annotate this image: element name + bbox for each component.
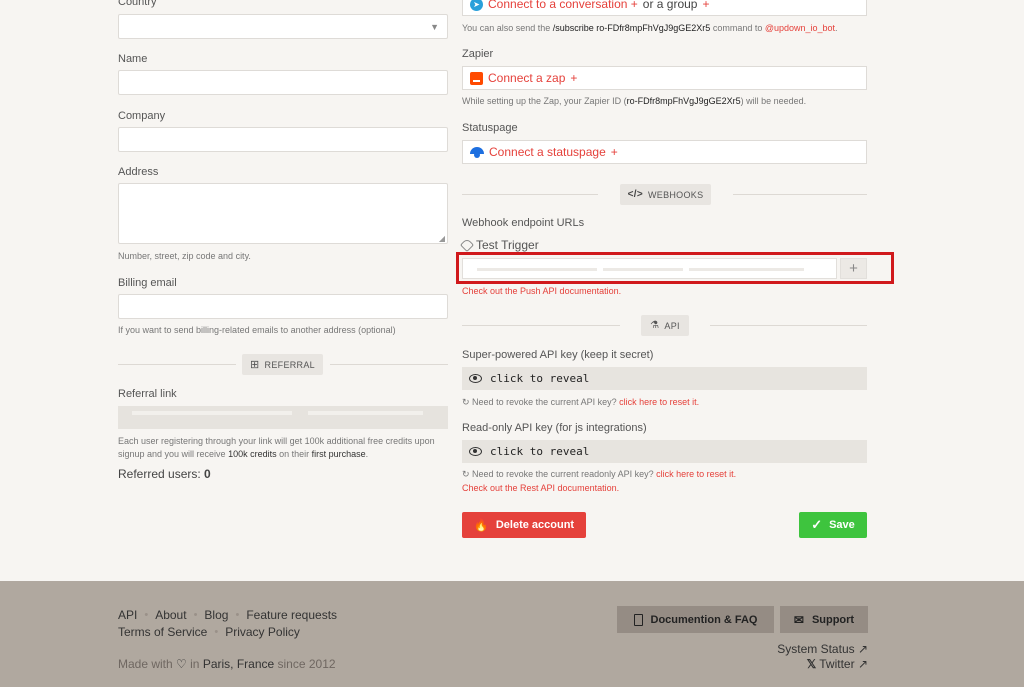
divider-line <box>330 364 448 365</box>
webhook-url-input[interactable] <box>462 258 837 279</box>
add-webhook-button[interactable]: + <box>840 258 867 279</box>
mail-icon: ✉ <box>793 612 804 627</box>
redacted-text <box>132 411 292 415</box>
twitter-link[interactable]: 𝕏 Twitter ↗ <box>807 657 868 671</box>
flask-icon: ⚗ <box>650 320 660 331</box>
zapier-connect-box[interactable]: Connect a zap + <box>462 66 867 90</box>
zapier-icon <box>470 71 483 85</box>
redacted-text <box>308 411 423 415</box>
name-label: Name <box>118 53 148 65</box>
referral-link-field[interactable] <box>118 406 448 429</box>
footer-link-api[interactable]: API <box>118 608 137 622</box>
address-label: Address <box>118 166 159 178</box>
api-section-header: ⚗ API <box>641 315 689 336</box>
delete-account-button[interactable]: 🔥 Delete account <box>462 512 586 538</box>
billing-email-input[interactable] <box>118 294 448 319</box>
refresh-icon: ↻ <box>462 397 473 407</box>
test-trigger-link[interactable]: Test Trigger <box>459 237 539 253</box>
rest-api-doc-link[interactable]: Check out the Rest API documentation. <box>462 483 619 493</box>
footer-links-row-1: API • About • Blog • Feature requests <box>118 608 338 622</box>
referral-help: Each user registering through your link … <box>118 436 435 459</box>
telegram-connect-box: ➤ Connect to a conversation + or a group… <box>462 0 867 16</box>
footer: API • About • Blog • Feature requests Terms… <box>0 581 1024 687</box>
footer-link-feature-requests[interactable]: Feature requests <box>246 608 337 622</box>
documentation-button[interactable]: Documention & FAQ <box>617 606 774 633</box>
webhook-urls-label: Webhook endpoint URLs <box>462 217 585 229</box>
country-label: Country <box>118 0 157 8</box>
telegram-help: You can also send the /subscribe ro-FDfr… <box>462 23 838 33</box>
billing-email-help: If you want to send billing-related emai… <box>118 325 396 335</box>
telegram-icon: ➤ <box>470 0 483 11</box>
save-button[interactable]: ✓ Save <box>799 512 867 538</box>
readonly-api-key-revoke: ↻ Need to revoke the current readonly AP… <box>462 469 737 479</box>
readonly-api-key-label: Read-only API key (for js integrations) <box>462 422 647 434</box>
footer-links-row-2: Terms of Service • Privacy Policy <box>118 625 300 639</box>
gift-icon: ⊞ <box>250 359 260 371</box>
tag-icon <box>459 237 475 253</box>
divider-line <box>462 194 598 195</box>
heart-icon: ♡ <box>176 657 187 671</box>
eye-icon <box>469 447 482 456</box>
system-status-link[interactable]: System Status ↗ <box>777 642 868 656</box>
or-a-group-label[interactable]: or a group <box>643 0 698 11</box>
checkmark-icon: ✓ <box>811 517 823 532</box>
footer-link-about[interactable]: About <box>155 608 186 622</box>
readonly-api-key-reveal[interactable]: click to reveal <box>462 440 867 463</box>
connect-zap-link[interactable]: Connect a zap <box>488 71 565 85</box>
referral-link-label: Referral link <box>118 388 177 400</box>
divider-line <box>733 194 867 195</box>
refresh-icon: ↻ <box>462 469 473 479</box>
book-icon <box>633 613 643 626</box>
webhooks-section-header: </> WEBHOOKS <box>620 184 711 205</box>
support-button[interactable]: ✉ Support <box>780 606 868 633</box>
statuspage-connect-box[interactable]: Connect a statuspage + <box>462 140 867 164</box>
eye-icon <box>469 374 482 383</box>
redacted-text <box>477 268 597 271</box>
zapier-help: While setting up the Zap, your Zapier ID… <box>462 96 807 106</box>
divider-line <box>710 325 867 326</box>
referred-users: Referred users: 0 <box>118 467 211 481</box>
referral-section-header: ⊞ REFERRAL <box>242 354 323 375</box>
plus-icon: + <box>849 260 858 277</box>
address-help: Number, street, zip code and city. <box>118 251 251 261</box>
bot-link[interactable]: @updown_io_bot <box>765 23 835 33</box>
reset-api-key-link[interactable]: click here to reset it. <box>619 397 699 407</box>
plus-icon[interactable]: + <box>611 145 618 159</box>
statuspage-icon <box>470 146 484 158</box>
name-input[interactable] <box>118 70 448 95</box>
x-logo-icon: 𝕏 <box>806 657 817 671</box>
footer-link-privacy[interactable]: Privacy Policy <box>225 625 300 639</box>
fire-icon: 🔥 <box>473 518 489 532</box>
footer-link-terms[interactable]: Terms of Service <box>118 625 207 639</box>
reset-readonly-key-link[interactable]: click here to reset it. <box>656 469 736 479</box>
country-select[interactable]: ▼ <box>118 14 448 39</box>
company-input[interactable] <box>118 127 448 152</box>
divider-line <box>118 364 236 365</box>
made-with-text: Made with ♡ in Paris, France since 2012 <box>118 657 336 671</box>
push-api-doc-link[interactable]: Check out the Push API documentation. <box>462 286 621 296</box>
address-textarea[interactable]: ◢ <box>118 183 448 244</box>
api-key-revoke: ↻ Need to revoke the current API key? cl… <box>462 397 700 407</box>
api-key-label: Super-powered API key (keep it secret) <box>462 349 654 361</box>
divider-line <box>462 325 620 326</box>
statuspage-label: Statuspage <box>462 122 518 134</box>
chevron-down-icon: ▼ <box>430 22 439 32</box>
company-label: Company <box>118 110 166 122</box>
footer-link-blog[interactable]: Blog <box>204 608 228 622</box>
connect-conversation-link[interactable]: Connect to a conversation + <box>488 0 638 11</box>
redacted-text <box>603 268 683 271</box>
api-key-reveal[interactable]: click to reveal <box>462 367 867 390</box>
plus-icon[interactable]: + <box>702 0 709 11</box>
code-icon: </> <box>627 189 643 200</box>
resize-handle-icon[interactable]: ◢ <box>439 234 445 243</box>
zapier-label: Zapier <box>462 48 494 60</box>
connect-statuspage-link[interactable]: Connect a statuspage <box>489 145 606 159</box>
plus-icon[interactable]: + <box>570 71 577 85</box>
billing-email-label: Billing email <box>118 277 177 289</box>
redacted-text <box>689 268 804 271</box>
